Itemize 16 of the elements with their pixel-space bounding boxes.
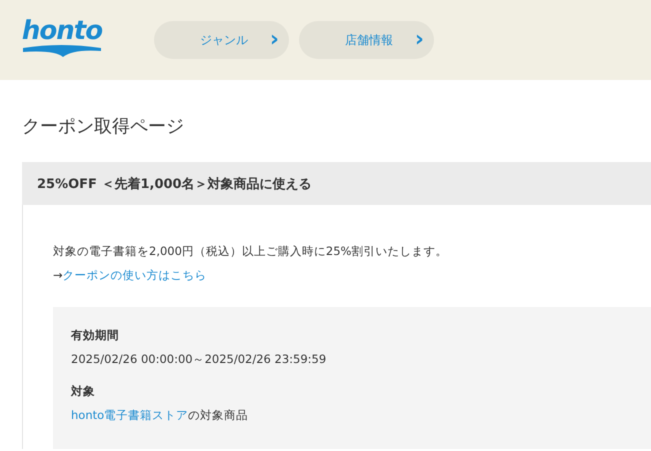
nav-button[interactable]: ジャンル › [154,21,289,59]
page-title: クーポン取得ページ [22,115,185,139]
swoosh-icon [23,44,101,58]
arrow-icon: → [53,268,63,282]
chevron-icon: › [414,29,424,51]
store-link[interactable]: honto電子書籍ストア [71,408,188,422]
coupon-title: 25%OFF ＜先着1,000名＞対象商品に使える [22,162,651,205]
coupon-description: 対象の電子書籍を2,000円（税込）以上ご購入時に25%割引いたします。 [53,243,448,260]
chevron-icon: › [270,29,279,51]
detail-value: honto電子書籍ストアの対象商品 [71,407,250,424]
logo[interactable]: honto [22,18,102,44]
detail-label: 対象 [71,383,96,400]
nav-button[interactable]: 店舗情報 › [299,21,434,59]
howto-link[interactable]: クーポンの使い方はこちら [62,268,207,282]
detail-value: 2025/02/26 00:00:00～2025/02/26 23:59:59 [71,351,328,368]
detail-label: 有効期間 [71,327,120,344]
